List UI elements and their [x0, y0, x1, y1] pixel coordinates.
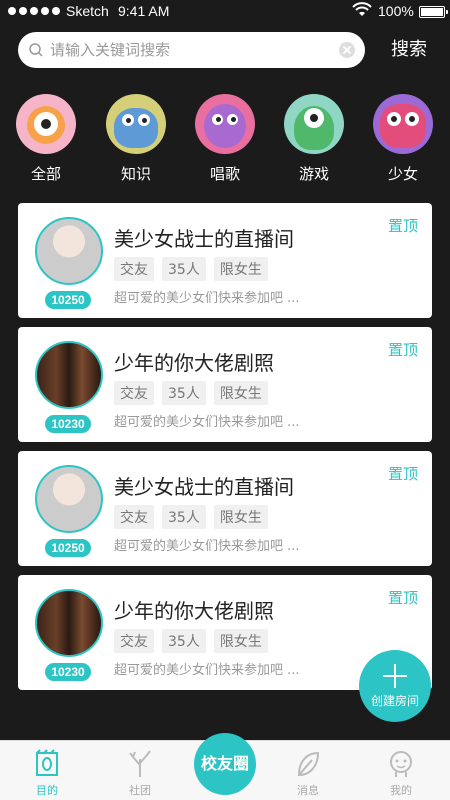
search-button[interactable]: 搜索 — [384, 36, 434, 64]
category-girls[interactable]: 少女 — [368, 94, 438, 184]
room-title: 美少女战士的直播间 — [114, 227, 294, 251]
room-description: 超可爱的美少女们快来参加吧 ... — [114, 663, 300, 678]
search-icon — [29, 43, 43, 57]
clear-search-icon[interactable] — [339, 42, 355, 58]
tag: 限女生 — [213, 505, 268, 529]
status-bar: Sketch 9:41 AM 100% — [0, 0, 450, 24]
create-room-label: 创建房间 — [370, 694, 419, 708]
room-avatar — [35, 341, 103, 409]
room-title: 美少女战士的直播间 — [114, 475, 294, 499]
room-avatar — [35, 589, 103, 657]
battery-percent: 100% — [378, 3, 414, 19]
tree-icon — [129, 750, 151, 777]
room-card[interactable]: 10250 美少女战士的直播间 交友 35人 限女生 超可爱的美少女们快来参加吧… — [18, 203, 432, 318]
room-card[interactable]: 10250 美少女战士的直播间 交友 35人 限女生 超可爱的美少女们快来参加吧… — [18, 451, 432, 566]
room-count-badge: 10250 — [45, 291, 91, 309]
wifi-icon — [352, 2, 372, 16]
purple-monster-icon — [195, 94, 255, 154]
tag: 35人 — [162, 505, 206, 529]
room-avatar — [35, 217, 103, 285]
pin-button[interactable]: 置顶 — [388, 587, 418, 608]
pin-button[interactable]: 置顶 — [388, 215, 418, 236]
tag: 35人 — [162, 629, 206, 653]
battery-icon — [419, 6, 448, 18]
room-tags: 交友 35人 限女生 — [114, 505, 268, 529]
category-label: 游戏 — [298, 165, 329, 183]
tag: 35人 — [162, 257, 206, 281]
tab-alumni-circle[interactable]: 校友圈 — [194, 733, 256, 795]
orange-monster-icon — [16, 94, 76, 154]
tag: 交友 — [114, 629, 154, 653]
tag: 限女生 — [213, 257, 268, 281]
category-row: 全部 知识 唱歌 游戏 少女 — [0, 94, 450, 189]
room-count-badge: 10230 — [45, 663, 91, 681]
tab-club[interactable]: 社团 — [105, 741, 175, 800]
category-knowledge[interactable]: 知识 — [101, 94, 171, 184]
category-games[interactable]: 游戏 — [279, 94, 349, 184]
tab-label: 我的 — [390, 784, 412, 797]
plus-icon — [383, 664, 407, 688]
leaf-icon — [297, 751, 320, 777]
tag: 35人 — [162, 381, 206, 405]
search-bar[interactable] — [18, 32, 365, 68]
destination-icon — [36, 749, 58, 776]
tab-label: 社团 — [129, 784, 151, 797]
signal-icon — [8, 7, 60, 15]
room-card[interactable]: 10230 少年的你大佬剧照 交友 35人 限女生 超可爱的美少女们快来参加吧 … — [18, 327, 432, 442]
green-monster-icon — [284, 94, 344, 154]
carrier-name: Sketch — [66, 3, 109, 19]
pink-monster-icon — [373, 94, 433, 154]
room-avatar — [35, 465, 103, 533]
room-title: 少年的你大佬剧照 — [114, 351, 274, 375]
category-label: 唱歌 — [209, 165, 240, 183]
tab-label: 目的 — [36, 784, 58, 797]
room-count-badge: 10250 — [45, 539, 91, 557]
category-all[interactable]: 全部 — [11, 94, 81, 184]
room-description: 超可爱的美少女们快来参加吧 ... — [114, 415, 300, 430]
room-description: 超可爱的美少女们快来参加吧 ... — [114, 539, 300, 554]
room-count-badge: 10230 — [45, 415, 91, 433]
category-singing[interactable]: 唱歌 — [190, 94, 260, 184]
tab-label: 消息 — [297, 784, 319, 797]
room-tags: 交友 35人 限女生 — [114, 381, 268, 405]
tag: 限女生 — [213, 381, 268, 405]
room-description: 超可爱的美少女们快来参加吧 ... — [114, 291, 300, 306]
pin-button[interactable]: 置顶 — [388, 339, 418, 360]
profile-icon — [390, 751, 412, 777]
tab-profile[interactable]: 我的 — [366, 741, 436, 800]
tab-messages[interactable]: 消息 — [273, 741, 343, 800]
tag: 交友 — [114, 381, 154, 405]
pin-button[interactable]: 置顶 — [388, 463, 418, 484]
tab-destination[interactable]: 目的 — [12, 741, 82, 800]
search-input[interactable] — [50, 32, 339, 68]
create-room-button[interactable]: 创建房间 — [359, 650, 431, 722]
category-label: 全部 — [30, 165, 61, 183]
room-title: 少年的你大佬剧照 — [114, 599, 274, 623]
tag: 交友 — [114, 257, 154, 281]
blue-monster-icon — [106, 94, 166, 154]
category-label: 少女 — [387, 165, 418, 183]
tag: 交友 — [114, 505, 154, 529]
room-tags: 交友 35人 限女生 — [114, 629, 268, 653]
tag: 限女生 — [213, 629, 268, 653]
room-tags: 交友 35人 限女生 — [114, 257, 268, 281]
status-time: 9:41 AM — [118, 3, 170, 19]
category-label: 知识 — [120, 165, 151, 183]
